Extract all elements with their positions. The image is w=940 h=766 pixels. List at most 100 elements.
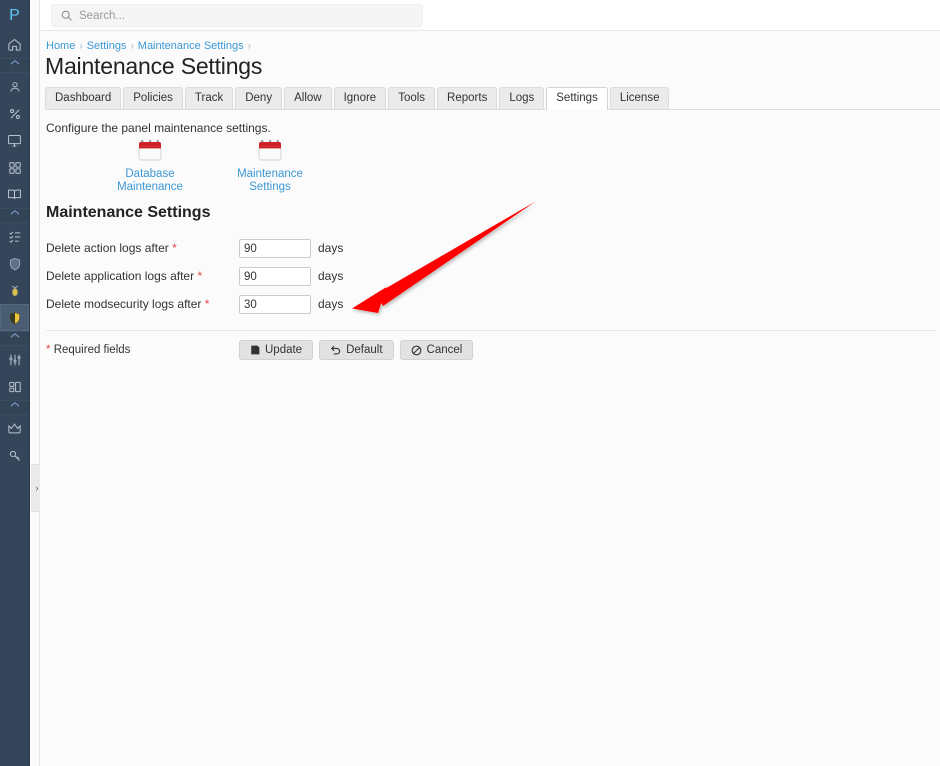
monitor-icon [7, 133, 22, 148]
form-row-application-logs: Delete application logs after * days [46, 267, 466, 287]
app-logo[interactable]: P [0, 0, 29, 31]
field-label-action-logs: Delete action logs after * [46, 241, 177, 255]
cancel-button[interactable]: Cancel [399, 340, 474, 360]
shortcut-tiles: Database Maintenance Maintenance Setting… [90, 139, 490, 194]
shortcut-label-line2: Maintenance [117, 181, 183, 193]
page-title: Maintenance Settings [45, 53, 263, 79]
tab-deny[interactable]: Deny [235, 87, 283, 109]
search-box[interactable] [51, 4, 423, 27]
form-row-modsecurity-logs: Delete modsecurity logs after * days [46, 295, 466, 315]
main-content: Home › Settings › Maintenance Settings › Main… [40, 31, 940, 766]
search-input[interactable] [79, 9, 399, 22]
tab-logs[interactable]: Logs [499, 87, 545, 109]
required-marker: * [197, 269, 203, 283]
breadcrumb-separator: › [247, 41, 251, 52]
shortcut-label-line2: Settings [249, 181, 291, 193]
shortcut-label-line1: Maintenance [237, 168, 303, 180]
intro-text: Configure the panel maintenance settings… [46, 121, 271, 135]
calendar-icon [257, 139, 283, 163]
sidebar-group-collapse-4[interactable] [0, 400, 29, 415]
tab-license[interactable]: License [609, 87, 670, 109]
sidebar-item-apps[interactable] [0, 154, 29, 181]
sidebar-item-malware[interactable] [0, 277, 29, 304]
section-title: Maintenance Settings [46, 204, 211, 221]
required-fields-text: Required fields [53, 344, 131, 356]
sliders-icon [8, 353, 22, 367]
shortcut-database-maintenance[interactable]: Database Maintenance [90, 139, 210, 194]
sidebar-item-docs[interactable] [0, 181, 29, 208]
search-icon [60, 9, 73, 22]
required-fields-note: * Required fields [46, 344, 130, 356]
save-icon [250, 345, 260, 355]
field-label-application-logs: Delete application logs after * [46, 269, 203, 283]
sidebar-item-account[interactable] [0, 73, 29, 100]
sidebar-group-collapse-2[interactable] [0, 208, 29, 223]
sidebar-item-firewall[interactable] [0, 304, 29, 331]
tab-settings[interactable]: Settings [546, 87, 608, 110]
key-icon [8, 449, 22, 463]
input-delete-application-logs-after[interactable] [239, 267, 311, 286]
required-marker: * [46, 344, 51, 356]
breadcrumb: Home › Settings › Maintenance Settings › [46, 40, 255, 52]
tab-tools[interactable]: Tools [388, 87, 436, 109]
sidebar-item-security[interactable] [0, 250, 29, 277]
sidebar-item-tasks[interactable] [0, 223, 29, 250]
tab-dashboard[interactable]: Dashboard [45, 87, 122, 109]
breadcrumb-item-home[interactable]: Home [46, 40, 75, 52]
breadcrumb-separator: › [130, 41, 134, 52]
input-delete-modsecurity-logs-after[interactable] [239, 295, 311, 314]
tab-track[interactable]: Track [184, 87, 234, 109]
shield-lock-icon [8, 311, 22, 325]
field-unit-modsecurity-logs: days [318, 297, 344, 311]
update-button-label: Update [265, 343, 303, 356]
update-button[interactable]: Update [239, 340, 314, 360]
form-divider [46, 330, 936, 331]
tab-policies[interactable]: Policies [123, 87, 183, 109]
breadcrumb-item-maintenance-settings[interactable]: Maintenance Settings [138, 40, 244, 52]
field-unit-application-logs: days [318, 269, 344, 283]
required-marker: * [204, 297, 210, 311]
home-icon [7, 37, 22, 52]
tab-allow[interactable]: Allow [284, 87, 332, 109]
undo-icon [330, 345, 341, 356]
sidebar-item-settings[interactable] [0, 346, 29, 373]
sidebar-gutter [31, 0, 40, 766]
ban-icon [411, 345, 422, 356]
layout-icon [8, 380, 22, 394]
default-button-label: Default [346, 343, 383, 356]
form-actions: Update Default Cancel [239, 340, 479, 360]
breadcrumb-item-settings[interactable]: Settings [87, 40, 127, 52]
shield-icon [8, 257, 22, 271]
grid-icon [8, 161, 22, 175]
percent-icon [8, 107, 22, 121]
sidebar-item-access[interactable] [0, 442, 29, 469]
tab-reports[interactable]: Reports [437, 87, 498, 109]
sidebar-item-layout[interactable] [0, 373, 29, 400]
shortcut-maintenance-settings[interactable]: Maintenance Settings [210, 139, 330, 194]
shortcut-label-line1: Database [125, 168, 175, 180]
sidebar-group-collapse-1[interactable] [0, 58, 29, 73]
input-delete-action-logs-after[interactable] [239, 239, 311, 258]
form-row-action-logs: Delete action logs after * days [46, 239, 466, 259]
sidebar-item-billing[interactable] [0, 100, 29, 127]
sidebar-item-home[interactable] [0, 31, 29, 58]
breadcrumb-separator: › [79, 41, 83, 52]
sidebar: P [0, 0, 30, 766]
book-icon [7, 187, 22, 202]
tab-bar: Dashboard Policies Track Deny Allow Igno… [45, 87, 940, 110]
user-icon [8, 80, 22, 94]
field-label-modsecurity-logs: Delete modsecurity logs after * [46, 297, 210, 311]
default-button[interactable]: Default [319, 340, 394, 360]
checklist-icon [8, 230, 22, 244]
cancel-button-label: Cancel [426, 343, 463, 356]
required-marker: * [172, 241, 177, 255]
sidebar-item-admin[interactable] [0, 415, 29, 442]
bug-icon [8, 284, 22, 298]
sidebar-item-monitoring[interactable] [0, 127, 29, 154]
sidebar-group-collapse-3[interactable] [0, 331, 29, 346]
crown-icon [7, 421, 22, 436]
calendar-icon [137, 139, 163, 163]
tab-ignore[interactable]: Ignore [333, 87, 387, 109]
field-unit-action-logs: days [318, 241, 344, 255]
top-bar [40, 0, 940, 31]
